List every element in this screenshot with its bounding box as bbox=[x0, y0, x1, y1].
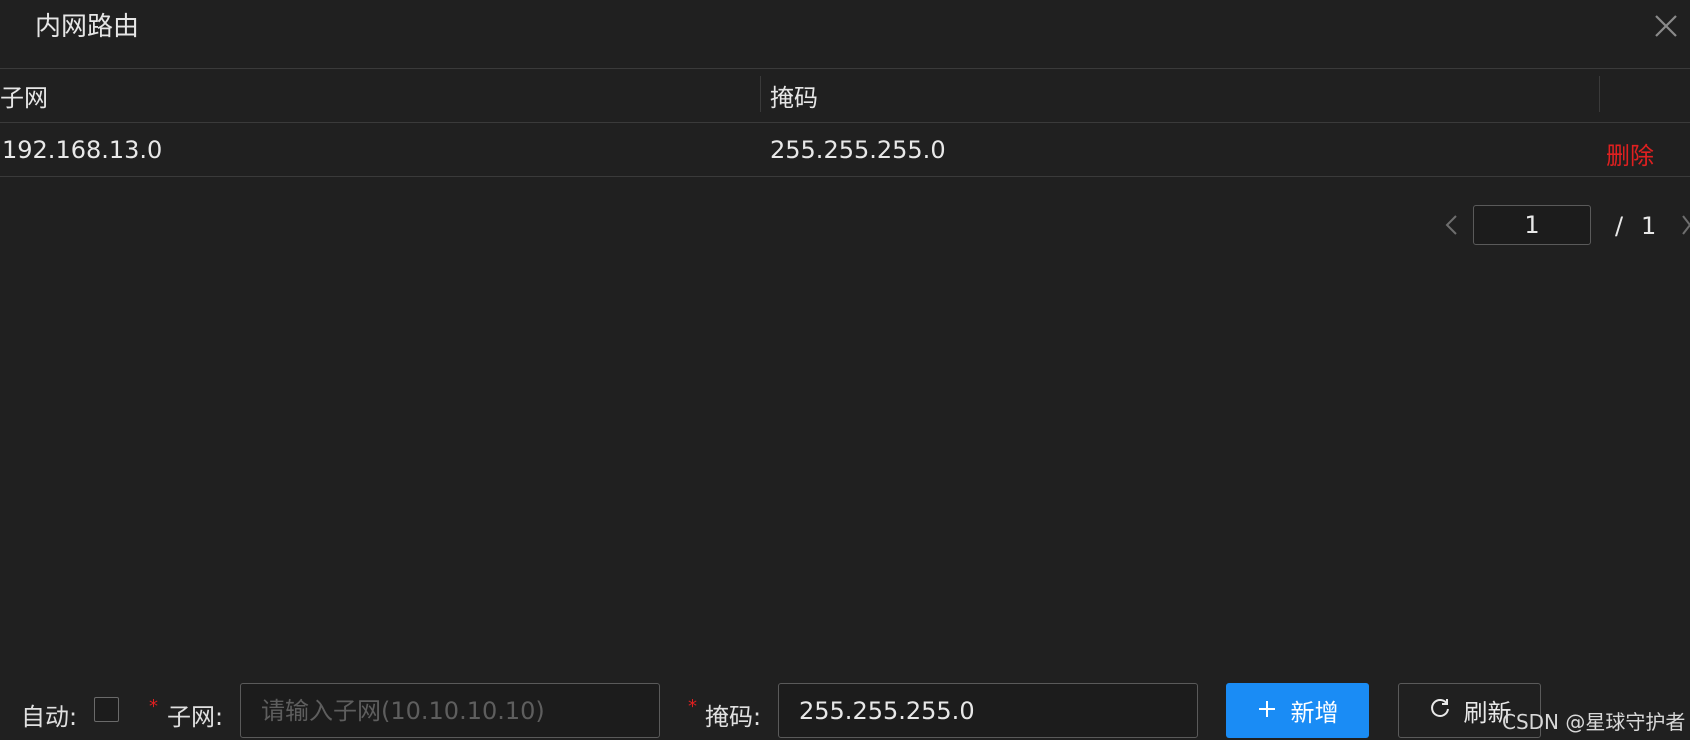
table-header-divider bbox=[0, 122, 1690, 123]
required-mark: * bbox=[149, 696, 158, 717]
column-header-subnet: 子网 bbox=[0, 84, 48, 112]
delete-link[interactable]: 删除 bbox=[1606, 136, 1654, 171]
mask-label: 掩码: bbox=[705, 703, 762, 731]
plus-icon bbox=[1257, 697, 1277, 725]
chevron-right-icon[interactable] bbox=[1680, 212, 1690, 238]
column-divider bbox=[1599, 76, 1600, 112]
add-button[interactable]: 新增 bbox=[1226, 683, 1369, 738]
column-divider bbox=[760, 76, 761, 112]
required-mark: * bbox=[688, 696, 697, 717]
add-button-label: 新增 bbox=[1290, 699, 1339, 727]
close-icon[interactable] bbox=[1648, 8, 1682, 42]
cell-subnet: 192.168.13.0 bbox=[2, 136, 163, 164]
subnet-label: 子网: bbox=[167, 703, 224, 731]
refresh-icon bbox=[1428, 696, 1452, 726]
auto-checkbox[interactable] bbox=[94, 697, 119, 722]
chevron-left-icon[interactable] bbox=[1442, 212, 1460, 238]
table-row-divider bbox=[0, 176, 1690, 177]
auto-label: 自动: bbox=[21, 703, 78, 731]
dialog-title: 内网路由 bbox=[35, 12, 140, 42]
subnet-input[interactable] bbox=[240, 683, 660, 738]
page-separator: / bbox=[1615, 212, 1624, 240]
header-divider bbox=[0, 68, 1690, 69]
column-header-mask: 掩码 bbox=[770, 84, 818, 112]
page-number-input[interactable] bbox=[1473, 205, 1591, 245]
watermark: CSDN @星球守护者 bbox=[1502, 710, 1686, 734]
mask-input[interactable] bbox=[778, 683, 1198, 738]
page-total: 1 bbox=[1641, 212, 1657, 240]
cell-mask: 255.255.255.0 bbox=[770, 136, 946, 164]
